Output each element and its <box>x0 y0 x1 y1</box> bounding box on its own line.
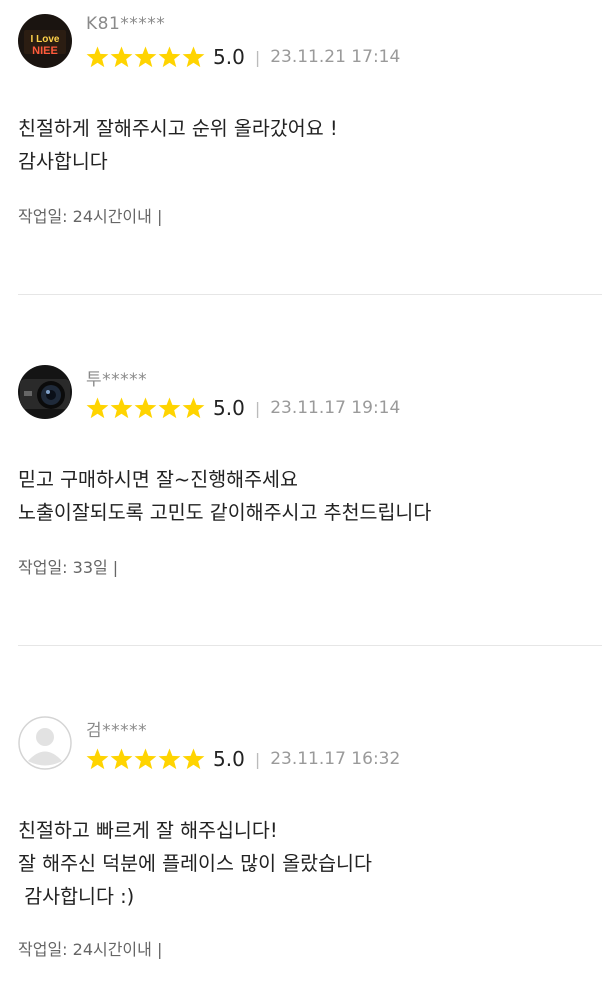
star-icon <box>134 46 157 68</box>
review-text: 친절하고 빠르게 잘 해주십니다! 잘 해주신 덕분에 플레이스 많이 올랐습니다… <box>18 814 372 913</box>
divider <box>18 294 602 295</box>
star-icon <box>86 748 109 770</box>
review-text: 믿고 구매하시면 잘~진행해주세요노출이잘되도록 고민도 같이해주시고 추천드립… <box>18 463 431 529</box>
reviewer-name: 투***** <box>86 370 148 390</box>
work-duration: 작업일: 24시간이내 | <box>18 207 163 226</box>
review-text-line: 노출이잘되도록 고민도 같이해주시고 추천드립니다 <box>18 501 432 524</box>
avatar-text-line1: I Love <box>31 34 60 45</box>
divider <box>18 645 602 646</box>
star-icon <box>182 46 205 68</box>
star-icon <box>158 46 181 68</box>
rating-score: 5.0 <box>213 396 245 420</box>
review-date: 23.11.17 19:14 <box>270 398 401 418</box>
star-icon <box>134 397 157 419</box>
star-icon <box>182 748 205 770</box>
avatar-text-line2: NIEE <box>32 45 58 57</box>
review-text: 친절하게 잘해주시고 순위 올라갔어요 ! 감사합니다 <box>18 112 338 178</box>
work-duration: 작업일: 24시간이내 | <box>18 940 163 959</box>
review-text-line: 친절하게 잘해주시고 순위 올라갔어요 ! <box>18 117 338 140</box>
star-icon <box>110 748 133 770</box>
review-text-line: 감사합니다 :) <box>18 885 135 908</box>
star-icon <box>134 748 157 770</box>
review-text-line: 잘 해주신 덕분에 플레이스 많이 올랐습니다 <box>18 852 372 875</box>
star-rating <box>86 397 205 419</box>
camera-avatar <box>18 365 72 419</box>
star-icon <box>86 46 109 68</box>
star-rating <box>86 46 205 68</box>
work-duration: 작업일: 33일 | <box>18 558 119 577</box>
star-icon <box>86 397 109 419</box>
separator: | <box>254 47 261 67</box>
rating-row: 5.0 | 23.11.17 19:14 <box>86 395 400 421</box>
default-user-avatar <box>18 716 72 770</box>
rating-score: 5.0 <box>213 45 245 69</box>
rating-row: 5.0 | 23.11.21 17:14 <box>86 44 400 70</box>
rating-score: 5.0 <box>213 747 245 771</box>
star-rating <box>86 748 205 770</box>
review-text-line: 친절하고 빠르게 잘 해주십니다! <box>18 819 278 842</box>
separator: | <box>254 749 261 769</box>
review-date: 23.11.21 17:14 <box>270 47 401 67</box>
star-icon <box>158 397 181 419</box>
reviewer-name: K81***** <box>86 14 166 34</box>
star-icon <box>110 397 133 419</box>
star-icon <box>110 46 133 68</box>
star-icon <box>158 748 181 770</box>
rating-row: 5.0 | 23.11.17 16:32 <box>86 746 400 772</box>
reviewer-name: 검***** <box>86 721 148 741</box>
review-text-line: 감사합니다 <box>18 150 108 173</box>
review-date: 23.11.17 16:32 <box>270 749 401 769</box>
star-icon <box>182 397 205 419</box>
separator: | <box>254 398 261 418</box>
review-text-line: 믿고 구매하시면 잘~진행해주세요 <box>18 468 298 491</box>
i-love-neon-sign-avatar: I Love NIEE <box>18 14 72 68</box>
